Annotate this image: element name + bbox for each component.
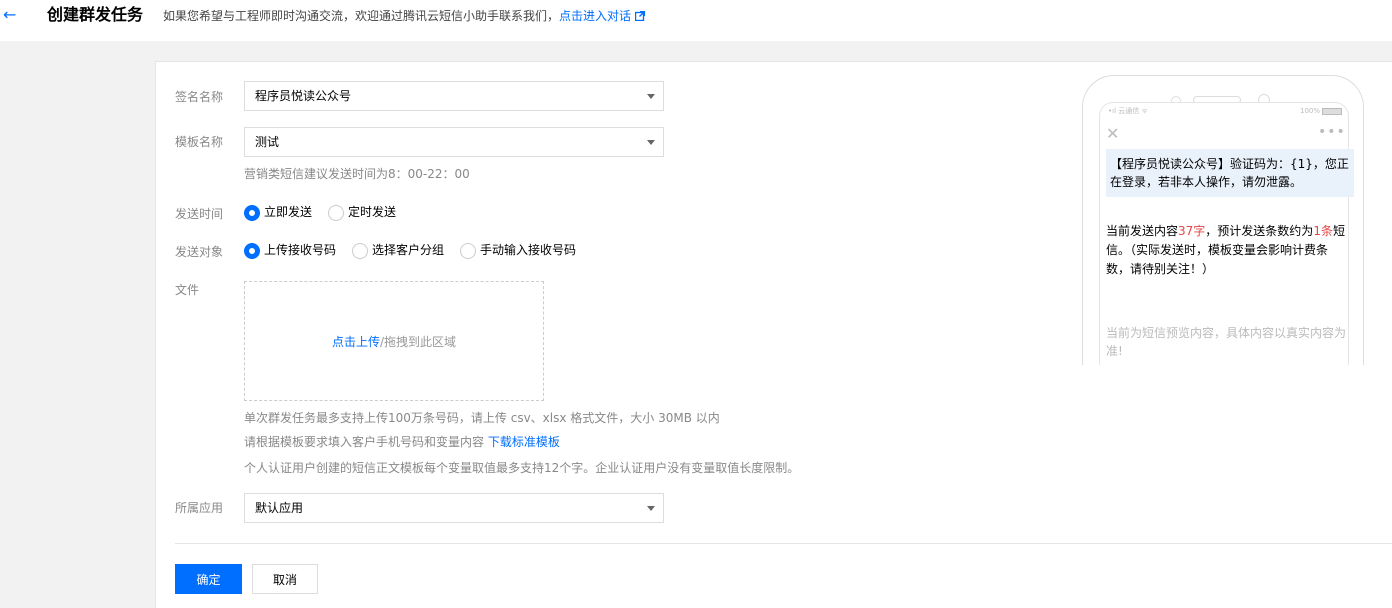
info-char-count: 37字 <box>1178 224 1206 238</box>
close-icon[interactable]: ✕ <box>1106 126 1120 142</box>
upload-drag-text: /拖拽到此区域 <box>379 334 457 349</box>
status-carrier: •ıl 云通信 ᯤ <box>1108 107 1148 115</box>
file-hint-template: 请根据模板要求填入客户手机号码和变量内容 下载标准模板 <box>244 434 560 451</box>
send-time-label: 发送时间 <box>175 207 224 221</box>
file-upload-dropzone[interactable]: 点击上传/拖拽到此区域 <box>244 281 544 401</box>
more-icon[interactable]: ••• <box>1318 125 1345 139</box>
radio-dot <box>328 204 345 221</box>
app-select[interactable]: 默认应用 <box>244 493 664 523</box>
external-link-icon[interactable] <box>635 11 646 21</box>
battery-percent: 100% <box>1299 107 1320 115</box>
page-title: 创建群发任务 <box>47 5 144 24</box>
radio-dot <box>352 242 369 259</box>
target-label: 发送对象 <box>175 245 224 259</box>
upload-link[interactable]: 点击上传 <box>332 333 380 350</box>
signature-value: 程序员悦读公众号 <box>255 89 352 103</box>
file-hint-variable: 个人认证用户创建的短信正文模板每个变量取值最多支持12个字。企业认证用户没有变量… <box>244 461 800 475</box>
radio-upload-numbers[interactable]: 上传接收号码 <box>244 242 336 259</box>
radio-label: 选择客户分组 <box>372 243 445 257</box>
chevron-down-icon <box>647 140 655 145</box>
info-sms-count: 1条 <box>1313 224 1333 238</box>
template-hint: 营销类短信建议发送时间为8：00-22：00 <box>244 167 470 181</box>
open-chat-link[interactable]: 点击进入对话 <box>559 9 631 23</box>
radio-customer-group[interactable]: 选择客户分组 <box>352 242 444 259</box>
sms-message-bubble: 【程序员悦读公众号】验证码为：{1}，您正在登录，若非本人操作，请勿泄露。 <box>1106 149 1354 197</box>
footer-divider <box>175 543 1392 544</box>
file-hint-template-text: 请根据模板要求填入客户手机号码和变量内容 <box>244 435 488 449</box>
info-prefix: 当前发送内容 <box>1106 224 1179 238</box>
template-label: 模板名称 <box>175 135 224 149</box>
status-battery: 100% <box>1300 105 1342 117</box>
target-radio-group: 上传接收号码 选择客户分组 手动输入接收号码 <box>244 242 592 259</box>
radio-manual-input[interactable]: 手动输入接收号码 <box>460 242 576 259</box>
send-time-radio-group: 立即发送 定时发送 <box>244 204 412 221</box>
cancel-button[interactable]: 取消 <box>252 564 318 594</box>
template-value: 测试 <box>255 135 280 149</box>
app-value: 默认应用 <box>255 501 304 515</box>
radio-dot <box>244 242 260 259</box>
radio-scheduled[interactable]: 定时发送 <box>328 204 396 221</box>
phone-screen: •ıl 云通信 ᯤ 100% ✕ ••• 【程序员悦读公众号】验证码为：{1}，… <box>1099 102 1354 365</box>
radio-send-now[interactable]: 立即发送 <box>244 204 312 221</box>
file-label: 文件 <box>175 283 200 297</box>
header-tip: 如果您希望与工程师即时沟通交流，欢迎通过腾讯云短信小助手联系我们，点击进入对话 <box>163 8 646 25</box>
page-header: ← 创建群发任务 如果您希望与工程师即时沟通交流，欢迎通过腾讯云短信小助手联系我… <box>0 0 1392 41</box>
template-select[interactable]: 测试 <box>244 127 664 157</box>
radio-label: 定时发送 <box>348 205 397 219</box>
preview-note: 当前为短信预览内容，具体内容以真实内容为准! <box>1106 326 1347 358</box>
radio-label: 立即发送 <box>264 205 313 219</box>
radio-label: 手动输入接收号码 <box>480 243 577 257</box>
form-card: 签名名称 程序员悦读公众号 模板名称 测试 营销类短信建议发送时间为8：00-2… <box>155 61 1392 608</box>
sms-preview-phone: •ıl 云通信 ᯤ 100% ✕ ••• 【程序员悦读公众号】验证码为：{1}，… <box>1082 75 1364 365</box>
radio-dot <box>460 242 477 259</box>
info-mid: ，预计发送条数约为 <box>1205 224 1314 238</box>
download-template-link[interactable]: 下载标准模板 <box>488 435 560 449</box>
app-label: 所属应用 <box>175 501 224 515</box>
radio-label: 上传接收号码 <box>264 243 337 257</box>
sms-count-info: 当前发送内容37字，预计发送条数约为1条短信。（实际发送时，模板变量会影响计费条… <box>1106 222 1346 279</box>
radio-dot <box>244 204 260 221</box>
header-tip-text: 如果您希望与工程师即时沟通交流，欢迎通过腾讯云短信小助手联系我们， <box>163 9 560 23</box>
back-arrow-icon[interactable]: ← <box>3 7 19 23</box>
status-bar: •ıl 云通信 ᯤ 100% <box>1108 105 1342 117</box>
chevron-down-icon <box>647 94 655 99</box>
signature-select[interactable]: 程序员悦读公众号 <box>244 81 664 111</box>
signature-label: 签名名称 <box>175 90 224 104</box>
chevron-down-icon <box>647 506 655 511</box>
battery-icon <box>1322 107 1342 115</box>
file-hint-limit: 单次群发任务最多支持上传100万条号码，请上传 csv、xlsx 格式文件，大小… <box>244 411 720 425</box>
confirm-button[interactable]: 确定 <box>175 564 242 594</box>
